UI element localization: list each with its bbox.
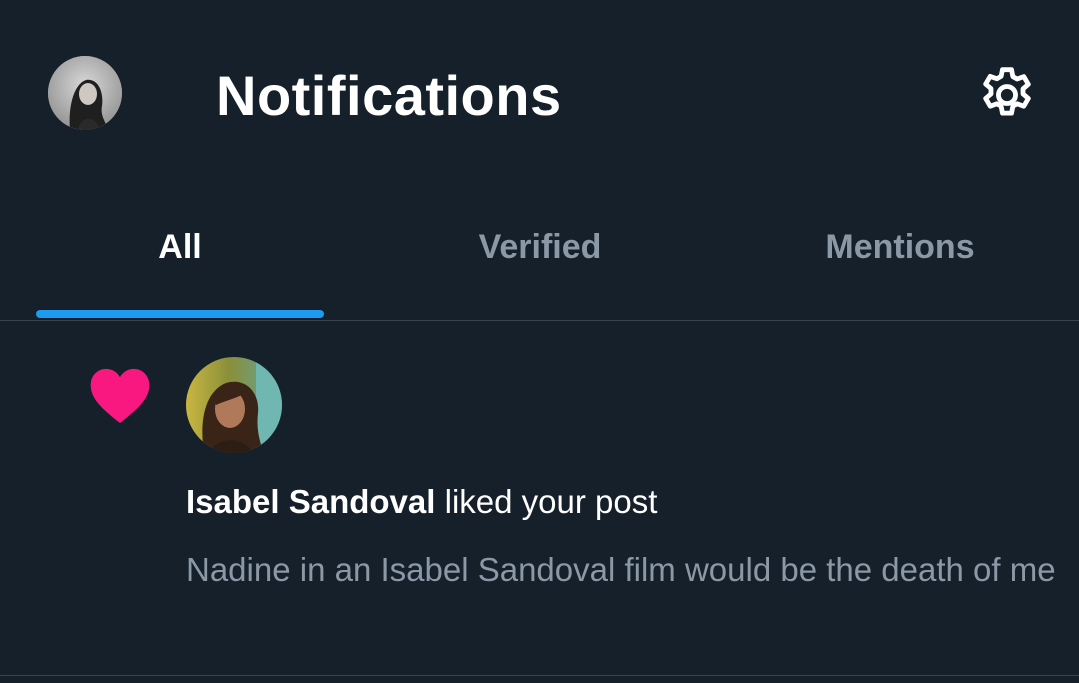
header: Notifications — [0, 0, 1079, 190]
notifications-screen: Notifications All Verified Mentions Isab… — [0, 0, 1079, 683]
tab-mentions-label: Mentions — [825, 228, 975, 266]
profile-avatar[interactable] — [48, 56, 122, 130]
tab-all-label: All — [158, 228, 202, 266]
settings-button[interactable] — [972, 62, 1042, 128]
tab-verified-label: Verified — [478, 228, 602, 266]
notification-action: liked your post — [444, 483, 658, 520]
tab-verified[interactable]: Verified — [360, 190, 720, 320]
gear-icon — [983, 67, 1031, 116]
actor-avatar-photo — [186, 357, 282, 453]
tab-bar: All Verified Mentions — [0, 190, 1079, 320]
page-title: Notifications — [216, 64, 562, 127]
heart-icon — [90, 368, 150, 423]
post-preview: Nadine in an Isabel Sandoval film would … — [186, 551, 1056, 588]
tab-all[interactable]: All — [0, 190, 360, 320]
avatar-photo — [48, 56, 122, 130]
actor-name[interactable]: Isabel Sandoval — [186, 483, 435, 520]
tab-mentions[interactable]: Mentions — [720, 190, 1079, 320]
divider — [0, 675, 1079, 676]
active-tab-indicator — [36, 310, 324, 318]
notification-text: Isabel Sandoval liked your post — [186, 481, 1056, 523]
notification-item[interactable]: Isabel Sandoval liked your post Nadine i… — [0, 321, 1079, 675]
actor-avatar[interactable] — [186, 357, 282, 453]
